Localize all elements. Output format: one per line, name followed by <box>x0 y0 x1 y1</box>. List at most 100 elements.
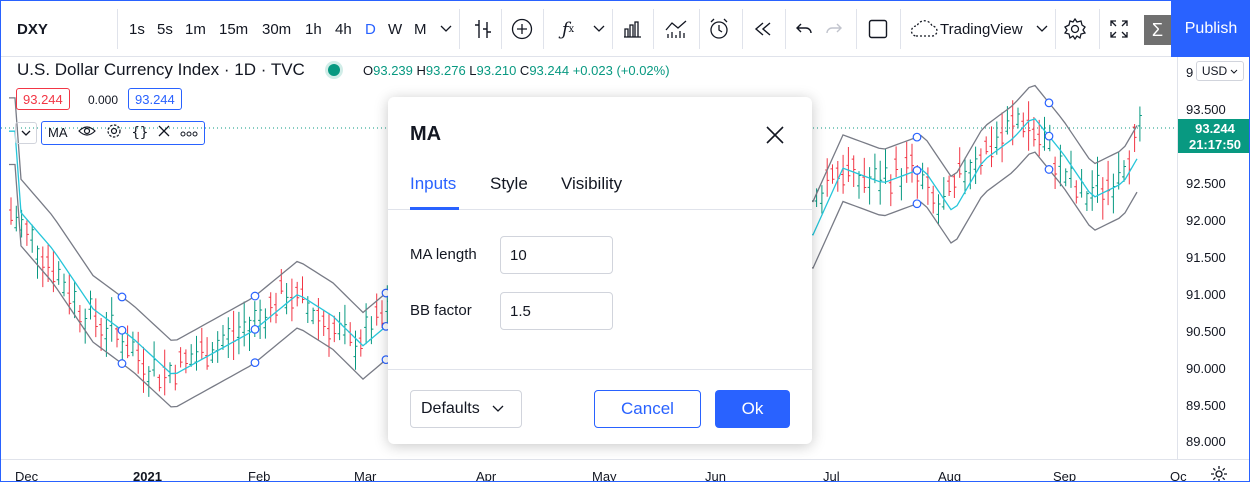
ohlc-bar <box>342 304 347 345</box>
publish-button[interactable]: Publish <box>1171 1 1249 57</box>
interval-m[interactable]: M <box>414 1 427 57</box>
chevron-down-icon <box>492 405 504 412</box>
templates-bar-chart-icon[interactable] <box>620 1 644 57</box>
collapse-chevron-icon[interactable] <box>15 121 37 144</box>
price-label: 91.000 <box>1186 287 1226 302</box>
symbol-title[interactable]: U.S. Dollar Currency Index · 1D · TVC <box>17 60 305 80</box>
time-label: Dec <box>15 469 39 482</box>
ohlc-bar <box>957 147 962 178</box>
layout-square-icon[interactable] <box>867 1 889 57</box>
selection-handle[interactable] <box>912 199 922 209</box>
interval-w[interactable]: W <box>388 1 402 57</box>
interval-1s[interactable]: 1s <box>129 1 145 57</box>
ohlc-bar <box>1084 191 1089 212</box>
price-label: 92.000 <box>1186 213 1226 228</box>
tab-style[interactable]: Style <box>490 174 528 194</box>
ohlc-bar <box>973 146 978 185</box>
more-icon[interactable] <box>180 125 198 140</box>
change-value: +0.023 (+0.02%) <box>572 63 670 78</box>
ohlc-bar <box>311 307 316 325</box>
bb-factor-input[interactable] <box>500 292 613 330</box>
fullscreen-icon[interactable] <box>1107 1 1131 57</box>
interval-4h[interactable]: 4h <box>335 1 352 57</box>
sigma-icon[interactable]: Σ <box>1144 15 1171 45</box>
ohlc-bar <box>1063 168 1068 187</box>
market-status-icon[interactable] <box>328 64 340 76</box>
time-label: Apr <box>476 469 497 482</box>
selection-handle[interactable] <box>1044 165 1054 174</box>
selection-handle[interactable] <box>1044 131 1054 141</box>
selection-handle[interactable] <box>1044 98 1054 108</box>
settings-gear-icon[interactable] <box>1062 1 1088 57</box>
price-label: 9 <box>1186 65 1194 80</box>
ohlc-bar <box>337 312 342 341</box>
interval-5s[interactable]: 5s <box>157 1 173 57</box>
redo-icon[interactable] <box>824 1 844 57</box>
intervals-chevron-down-icon[interactable] <box>439 1 453 57</box>
replay-rewind-icon[interactable] <box>752 1 774 57</box>
price-axis[interactable]: 9 USD 93.500 93.244 21:17:50 92.500 92.0… <box>1177 57 1249 459</box>
ok-button[interactable]: Ok <box>715 390 790 428</box>
compare-add-icon[interactable] <box>510 1 534 57</box>
price-label: 90.500 <box>1186 324 1226 339</box>
selection-handle[interactable] <box>250 291 260 301</box>
bb-factor-label: BB factor <box>410 302 472 319</box>
interval-1h[interactable]: 1h <box>305 1 322 57</box>
ohlc-bar <box>258 299 263 339</box>
bar-countdown: 21:17:50 <box>1188 137 1242 152</box>
ma-length-label: MA length <box>410 246 477 263</box>
interval-15m[interactable]: 15m <box>219 1 248 57</box>
ohlc-bar <box>295 281 300 307</box>
ohlc-bar <box>947 175 952 197</box>
selection-handle[interactable] <box>117 325 127 335</box>
indicators-chevron-down-icon[interactable] <box>592 1 606 57</box>
interval-1m[interactable]: 1m <box>185 1 206 57</box>
ohlc-bar <box>242 301 247 347</box>
selection-handle[interactable] <box>250 358 260 368</box>
strategy-chart-icon[interactable] <box>663 1 689 57</box>
ma-length-input[interactable] <box>500 236 613 274</box>
gear-icon[interactable] <box>106 123 122 142</box>
selection-handle[interactable] <box>912 166 922 175</box>
indicator-ma[interactable]: MA {} <box>41 120 206 145</box>
eye-icon[interactable] <box>77 125 96 140</box>
cancel-button[interactable]: Cancel <box>594 390 701 428</box>
close-icon[interactable] <box>763 123 787 147</box>
ohlc-bar <box>274 292 278 324</box>
symbol-search[interactable]: DXY <box>17 1 48 57</box>
sell-price-box[interactable]: 93.244 <box>16 88 70 110</box>
ohlc-bar <box>984 136 989 155</box>
indicators-fx-icon[interactable]: ƒx <box>557 1 579 57</box>
axis-settings-gear-icon[interactable] <box>1210 465 1228 481</box>
dialog-title: MA <box>410 123 442 145</box>
time-axis[interactable]: Dec 2021 Feb Mar Apr May Jun Jul Aug Sep… <box>1 459 1249 482</box>
currency-select[interactable]: USD <box>1196 61 1244 81</box>
buy-price-box[interactable]: 93.244 <box>128 88 182 110</box>
selection-handle[interactable] <box>117 292 127 302</box>
layout-chevron-down-icon[interactable] <box>1035 1 1049 57</box>
ohlc-bar <box>1090 170 1095 211</box>
alert-clock-icon[interactable] <box>707 1 731 57</box>
layout-name[interactable]: TradingView <box>940 1 1023 57</box>
selection-handle[interactable] <box>250 324 260 334</box>
ohlc-bar <box>1106 160 1111 206</box>
ohlc-bar <box>989 126 994 168</box>
tab-visibility[interactable]: Visibility <box>561 174 622 194</box>
defaults-label: Defaults <box>421 400 480 417</box>
interval-30m[interactable]: 30m <box>262 1 291 57</box>
close-icon[interactable] <box>158 125 170 140</box>
selection-handle[interactable] <box>117 359 127 368</box>
ohlc-bar <box>936 194 941 226</box>
selection-handle[interactable] <box>912 132 922 142</box>
undo-icon[interactable] <box>794 1 814 57</box>
bar-style-icon[interactable] <box>471 1 495 57</box>
ohlc-bar <box>1111 173 1116 214</box>
interval-d[interactable]: D <box>365 1 376 57</box>
defaults-dropdown[interactable]: Defaults <box>410 390 522 428</box>
tab-inputs[interactable]: Inputs <box>410 174 456 194</box>
source-code-icon[interactable]: {} <box>132 125 149 141</box>
ohlc-bar <box>173 364 178 391</box>
ohlc-bar <box>841 154 846 194</box>
ohlc-bar <box>9 197 13 225</box>
footer-divider <box>388 369 812 370</box>
